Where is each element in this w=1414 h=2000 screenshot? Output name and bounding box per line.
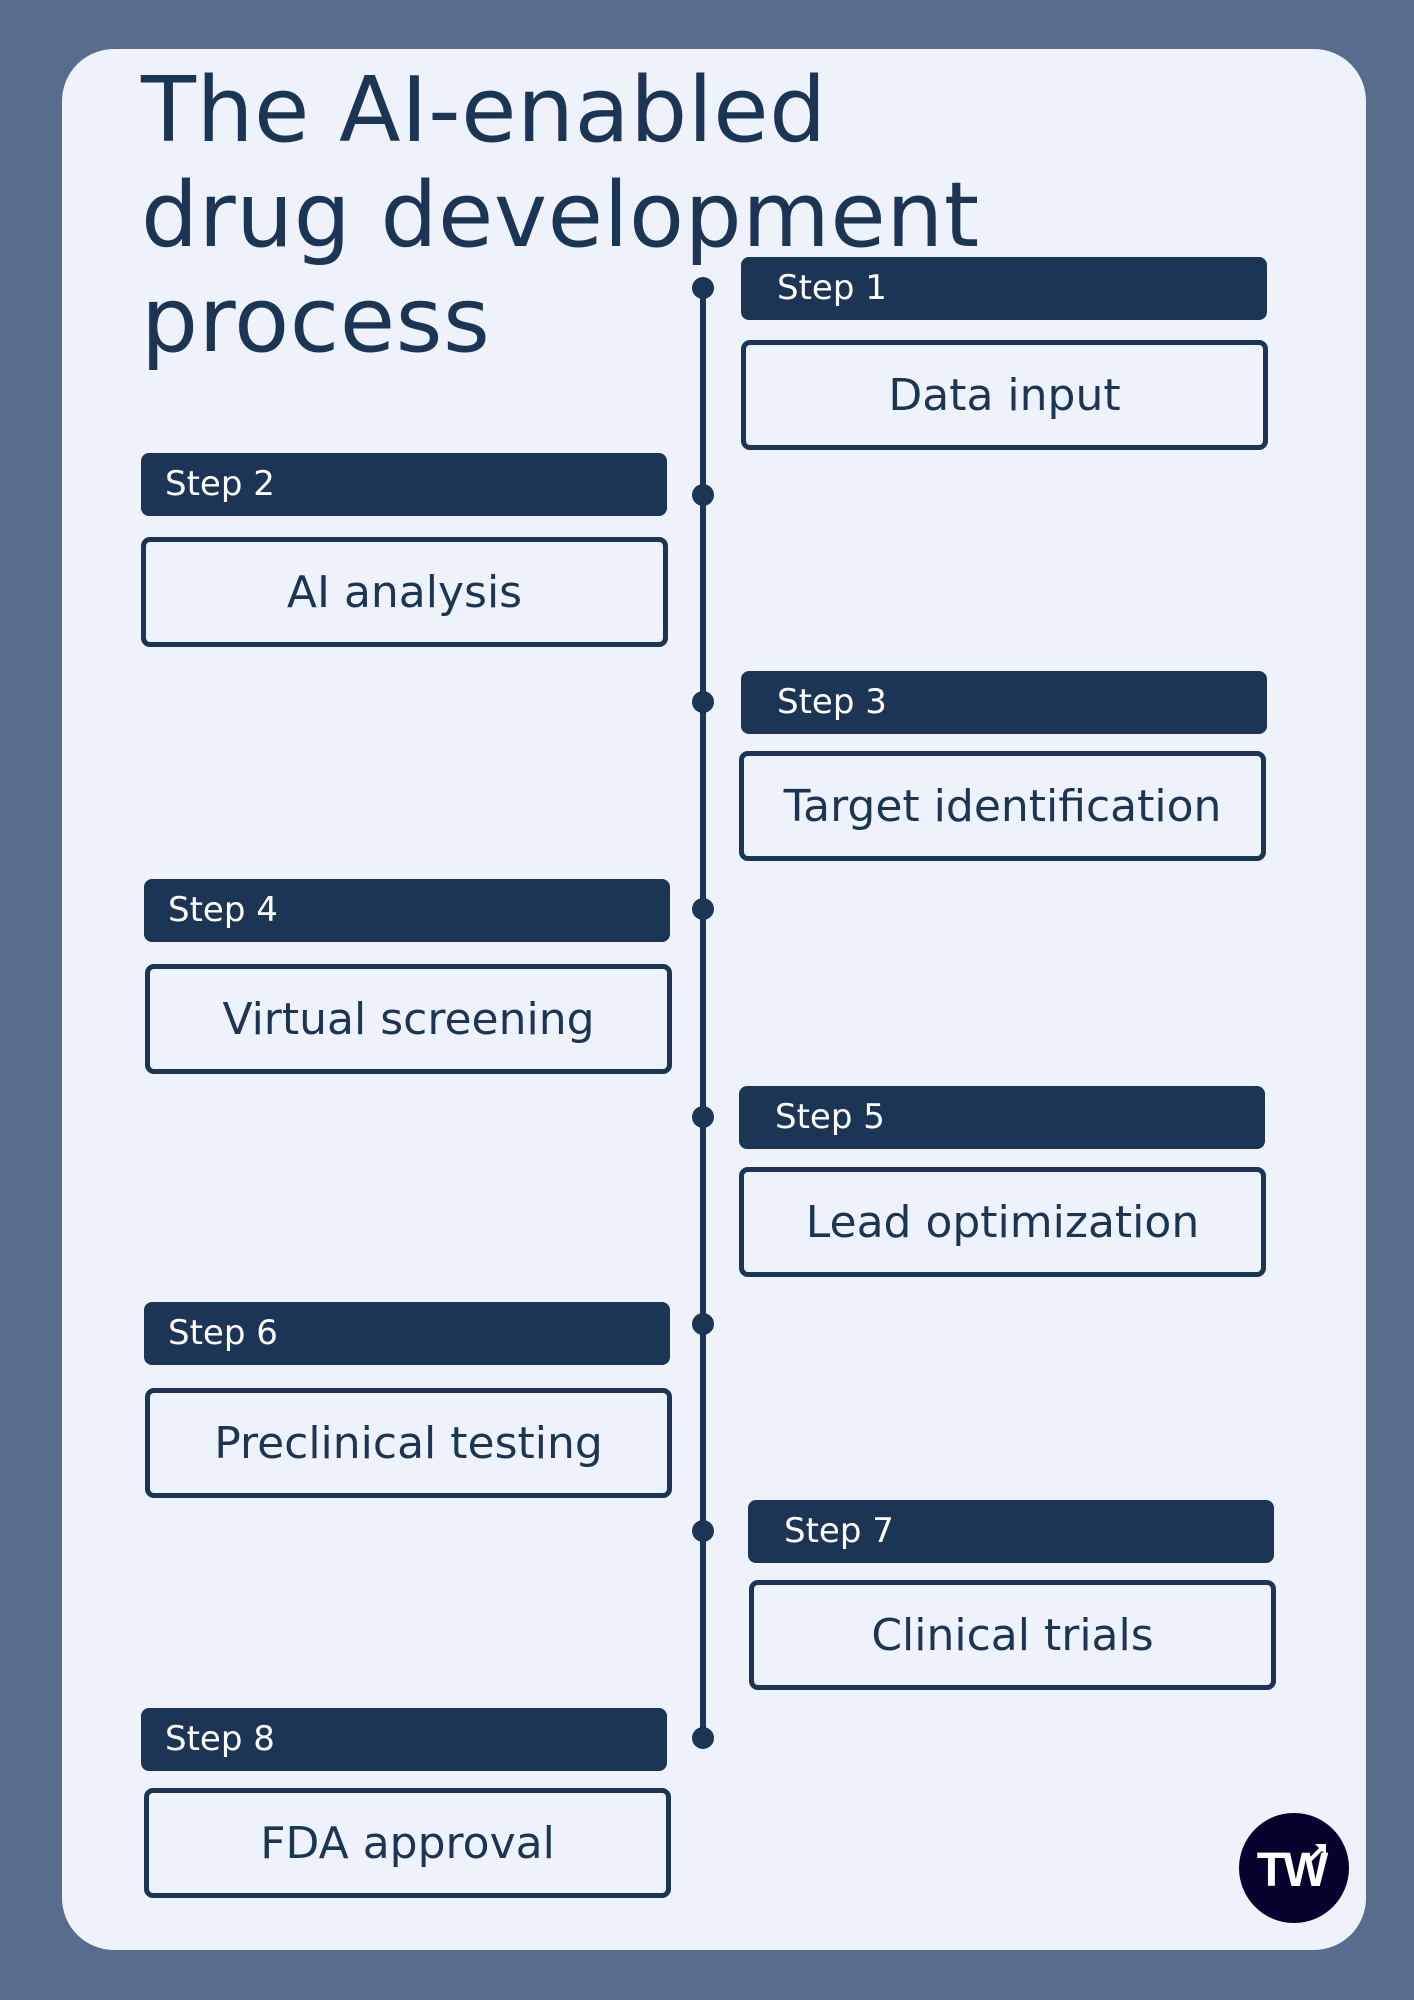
timeline-dot-1 <box>692 277 714 299</box>
timeline-dot-8 <box>692 1727 714 1749</box>
arrow-up-right-icon <box>1307 1844 1326 1863</box>
step-5-name: Lead optimization <box>805 1196 1200 1248</box>
timeline-dot-2 <box>692 484 714 506</box>
step-2-name: AI analysis <box>286 566 523 618</box>
timeline-dot-6 <box>692 1313 714 1335</box>
title-line-1: The AI-enabled <box>141 58 827 163</box>
step-8-header: Step 8 <box>141 1708 667 1771</box>
step-5-box: Lead optimization <box>739 1167 1266 1277</box>
step-1-header: Step 1 <box>741 257 1267 320</box>
step-6-box: Preclinical testing <box>145 1388 672 1498</box>
title-line-2: drug development <box>141 163 980 268</box>
step-2-box: AI analysis <box>141 537 668 647</box>
step-1-name: Data input <box>888 369 1121 421</box>
timeline-dot-5 <box>692 1106 714 1128</box>
step-3-name: Target identification <box>783 780 1222 832</box>
step-4-header: Step 4 <box>144 879 670 942</box>
timeline-dot-4 <box>692 898 714 920</box>
step-4-name: Virtual screening <box>222 993 595 1045</box>
step-5-header: Step 5 <box>739 1086 1265 1149</box>
step-4-box: Virtual screening <box>145 964 672 1074</box>
step-8-box: FDA approval <box>144 1788 671 1898</box>
step-6-name: Preclinical testing <box>214 1417 603 1469</box>
step-2-header: Step 2 <box>141 453 667 516</box>
page-title: The AI-enabled drug development process <box>141 58 980 373</box>
timeline-dot-3 <box>692 691 714 713</box>
step-3-header: Step 3 <box>741 671 1267 734</box>
step-7-name: Clinical trials <box>871 1609 1154 1661</box>
step-7-box: Clinical trials <box>749 1580 1276 1690</box>
step-6-header: Step 6 <box>144 1302 670 1365</box>
step-3-box: Target identification <box>739 751 1266 861</box>
step-8-name: FDA approval <box>260 1817 555 1869</box>
step-1-box: Data input <box>741 340 1268 450</box>
timeline-dot-7 <box>692 1520 714 1542</box>
tw-logo: TW <box>1239 1813 1349 1923</box>
step-7-header: Step 7 <box>748 1500 1274 1563</box>
